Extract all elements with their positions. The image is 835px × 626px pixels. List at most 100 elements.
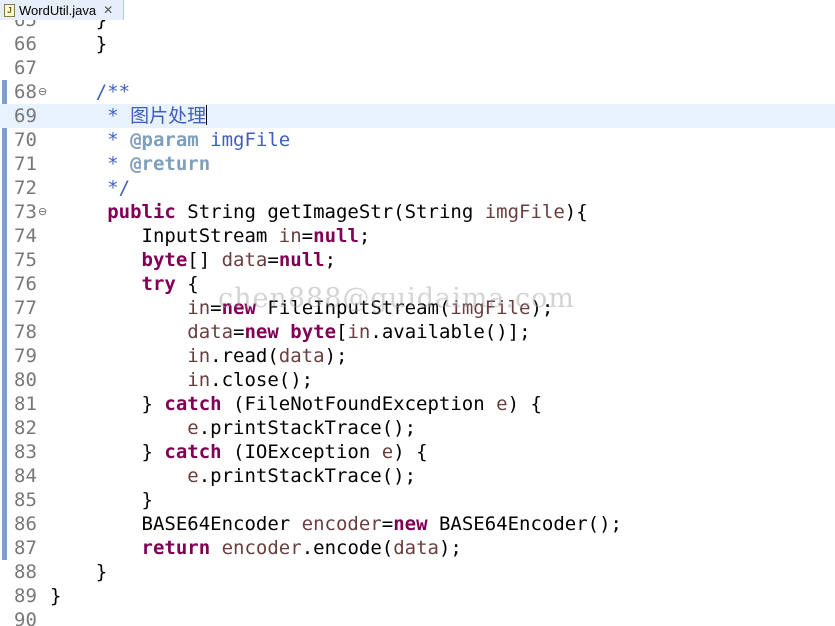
code-line[interactable]: 79 in.read(data); [0,344,835,368]
code-token: = [381,513,394,535]
code-token: InputStream [50,225,279,247]
code-token: @param [130,129,199,151]
code-line[interactable]: 71 * @return [0,152,835,176]
watermark: chen888@guidaima.com [218,283,575,314]
code-line[interactable]: 83 } catch (IOException e) { [0,440,835,464]
code-line[interactable]: 84 e.printStackTrace(); [0,464,835,488]
code-text: } [50,20,107,32]
line-number: 69 [14,105,37,127]
code-line[interactable]: 66 } [0,32,835,56]
line-number: 81 [14,393,37,415]
code-token: data [278,345,325,367]
code-token: @return [130,153,211,175]
close-icon[interactable]: ✕ [103,3,113,17]
code-token: BASE64Encoder(); [427,513,622,535]
code-line[interactable]: 70 * @param imgFile [0,128,835,152]
code-text: in.read(data); [50,344,347,368]
code-token: data [393,537,439,559]
code-token: in [50,297,211,319]
code-text: public String getImageStr(String imgFile… [50,200,587,224]
line-number: 89 [14,585,37,607]
code-token: .read( [210,345,279,367]
code-line[interactable]: 68 ⊖ /** [0,80,835,104]
code-token: data [50,321,234,343]
code-line[interactable]: 82 e.printStackTrace(); [0,416,835,440]
code-line[interactable]: 74 InputStream in=null; [0,224,835,248]
code-token: catch [164,393,222,415]
code-line[interactable]: 90 [0,608,835,626]
code-token: new [393,513,428,535]
code-token: (IOException [221,441,382,463]
line-number: 90 [14,609,37,626]
code-text: * 图片处理 [50,104,208,128]
code-line[interactable]: 80 in.close(); [0,368,835,392]
code-token: ) { [393,441,428,463]
code-line[interactable]: 67 [0,56,835,80]
code-token: byte [50,249,188,271]
tab-title: WordUtil.java [19,2,97,18]
code-token: */ [50,177,131,199]
code-token: encoder [301,513,382,535]
line-number: 65 [14,20,37,31]
fold-toggle-icon[interactable]: ⊖ [38,80,47,104]
line-number: 72 [14,177,37,199]
line-number: 76 [14,273,37,295]
line-number: 67 [14,57,37,79]
code-token: byte [290,321,337,343]
code-text: */ [50,176,130,200]
code-line[interactable]: 65 } [0,20,835,32]
code-token: } [50,393,165,415]
code-token: [] [187,249,222,271]
code-editor[interactable]: 65 } 66 } 67 68 ⊖ /** 69 * 图片处理 70 * @param im… [0,20,835,626]
code-line[interactable]: 72 */ [0,176,835,200]
line-number: 78 [14,321,37,343]
code-line[interactable]: 73 ⊖ public String getImageStr(String img… [0,200,835,224]
code-token: catch [164,441,222,463]
code-token: public [50,201,176,223]
code-token: * [50,153,131,175]
code-token: ) { [507,393,542,415]
line-number: 77 [14,297,37,319]
code-token: String getImageStr(String [175,201,485,223]
code-line[interactable]: 81 } catch (FileNotFoundException e) { [0,392,835,416]
code-line[interactable]: 87 return encoder.encode(data); [0,536,835,560]
code-token: try [50,273,176,295]
code-line[interactable]: 86 BASE64Encoder encoder=new BASE64Encod… [0,512,835,536]
line-number: 80 [14,369,37,391]
code-line[interactable]: 75 byte[] data=null; [0,248,835,272]
editor-tab-bar: J WordUtil.java ✕ [0,0,835,21]
code-text: } [50,488,153,512]
code-text: e.printStackTrace(); [50,464,416,488]
line-number: 66 [14,33,37,55]
fold-toggle-icon[interactable]: ⊖ [38,200,47,224]
editor-tab-wordutil[interactable]: J WordUtil.java ✕ [0,0,124,20]
code-token: return [50,537,211,559]
code-token: in [347,321,371,343]
code-line[interactable]: 78 data=new byte[in.available()]; [0,320,835,344]
code-token: imgFile [484,201,565,223]
code-line[interactable]: 88 } [0,560,835,584]
code-token: /** [50,81,131,103]
code-token: in [50,345,211,367]
code-text: } [50,560,107,584]
code-token: } [50,33,108,55]
code-token: } [50,441,165,463]
code-token: new [244,321,279,343]
code-token: .printStackTrace(); [198,465,417,487]
code-token: } [50,561,108,583]
code-token: .encode( [301,537,394,559]
code-line[interactable]: 85 } [0,488,835,512]
code-token: { [175,273,199,295]
code-line[interactable]: 69 * 图片处理 [0,104,835,128]
code-text: * @param imgFile [50,128,290,152]
line-number: 70 [14,129,37,151]
code-text: * @return [50,152,210,176]
code-token: e [381,441,394,463]
code-token: .close(); [210,369,314,391]
line-number: 85 [14,489,37,511]
code-text: } [50,584,61,608]
text-caret [206,105,208,125]
code-line[interactable]: 89} [0,584,835,608]
